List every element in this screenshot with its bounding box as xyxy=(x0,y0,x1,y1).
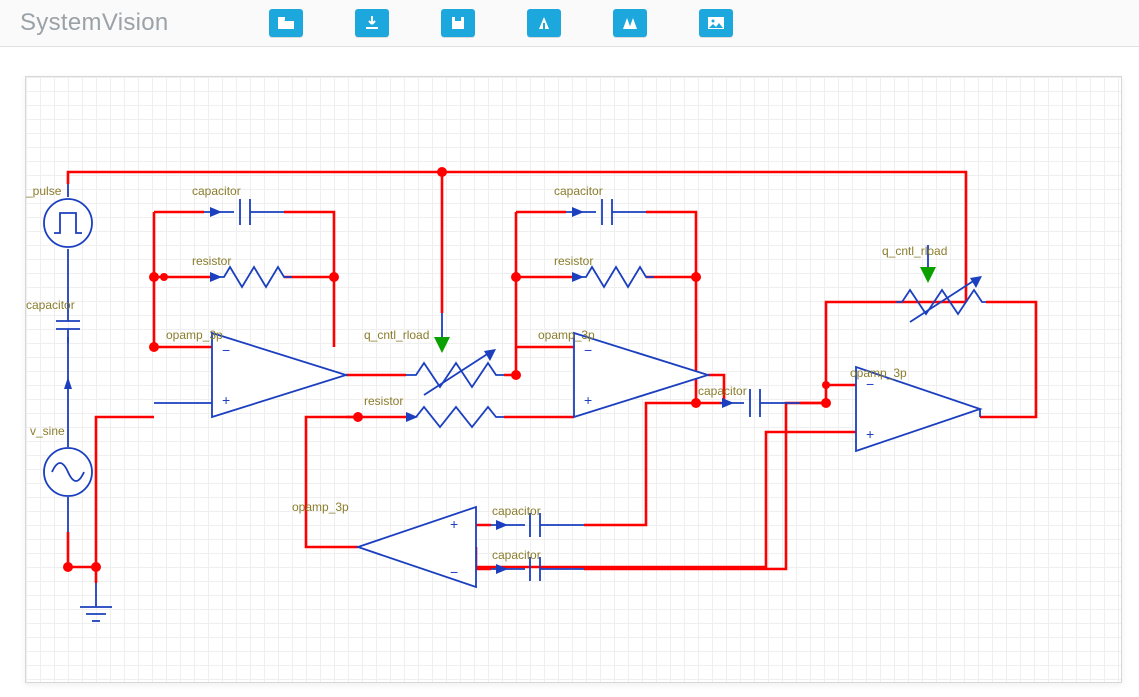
resistor-fb-2[interactable] xyxy=(572,267,654,287)
label-cap-bot1: capacitor xyxy=(492,504,541,518)
capacitor-top-1[interactable] xyxy=(204,199,284,225)
resistor-mid[interactable] xyxy=(406,407,504,427)
save-icon[interactable] xyxy=(441,9,475,37)
v-pulse-source[interactable] xyxy=(44,199,92,247)
toolbar: SystemVision xyxy=(0,0,1139,47)
opamp-4[interactable]: + − xyxy=(358,507,476,587)
folder-icon[interactable] xyxy=(269,9,303,37)
opamp-1[interactable]: − + xyxy=(154,333,346,417)
label-opamp3: opamp_3p xyxy=(850,366,907,380)
label-cap-bot2: capacitor xyxy=(492,548,541,562)
label-cap-top1: capacitor xyxy=(192,184,241,198)
schematic-svg: − + − + xyxy=(26,77,1121,682)
svg-text:+: + xyxy=(584,392,592,408)
label-cap-top2: capacitor xyxy=(554,184,603,198)
schematic-canvas[interactable]: − + − + xyxy=(25,76,1122,683)
download-icon[interactable] xyxy=(355,9,389,37)
svg-text:−: − xyxy=(450,564,458,580)
label-opamp4: opamp_3p xyxy=(292,500,349,514)
solder-nodes xyxy=(63,167,831,572)
svg-text:+: + xyxy=(450,516,458,532)
v-sine-source[interactable] xyxy=(44,448,92,496)
resistor-fb-1[interactable] xyxy=(210,267,292,287)
label-res-fb2: resistor xyxy=(554,254,593,268)
label-qcntl1: q_cntl_rload xyxy=(364,328,429,342)
app-title: SystemVision xyxy=(20,9,169,37)
q-cntl-rload-1[interactable] xyxy=(406,313,504,395)
label-opamp2: opamp_3p xyxy=(538,328,595,342)
svg-text:−: − xyxy=(222,342,230,358)
label-v-pulse: _pulse xyxy=(26,184,62,198)
label-cap-mid: capacitor xyxy=(698,384,747,398)
labels: _pulse capacitor v_sine capacitor resist… xyxy=(26,184,947,562)
label-res-fb1: resistor xyxy=(192,254,231,268)
run-icon[interactable] xyxy=(527,9,561,37)
image-icon[interactable] xyxy=(699,9,733,37)
ground-symbol[interactable] xyxy=(80,607,112,621)
label-v-sine: v_sine xyxy=(30,424,65,438)
svg-text:+: + xyxy=(222,392,230,408)
label-opamp1: opamp_3p xyxy=(166,328,223,342)
label-qcntl2: q_cntl_rload xyxy=(882,244,947,258)
run-fast-icon[interactable] xyxy=(613,9,647,37)
opamp-2[interactable]: − + xyxy=(574,333,708,417)
label-res-mid: resistor xyxy=(364,394,403,408)
svg-text:+: + xyxy=(866,426,874,442)
svg-text:−: − xyxy=(584,342,592,358)
label-cap-vert: capacitor xyxy=(26,298,75,312)
capacitor-top-2[interactable] xyxy=(566,199,646,225)
